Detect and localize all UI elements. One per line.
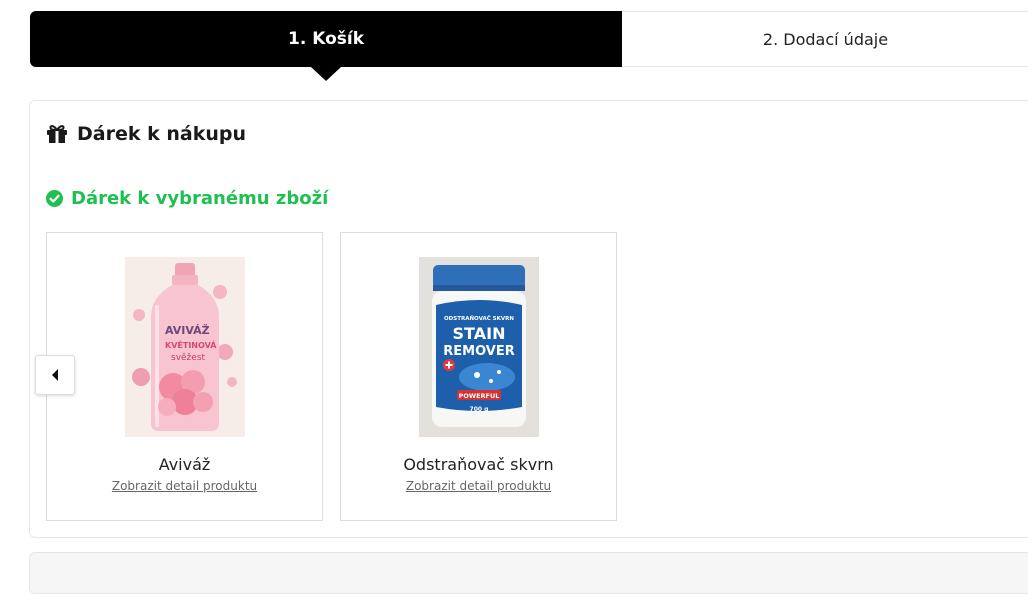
- product-name: Aviváž: [158, 455, 211, 474]
- product-image-fabric-softener[interactable]: AVIVÁŽ KVĚTINOVÁ svěžest: [125, 257, 245, 437]
- product-detail-link[interactable]: Zobrazit detail produktu: [47, 479, 322, 493]
- next-section-panel: [29, 552, 1028, 594]
- gift-panel-title: Dárek k nákupu: [77, 123, 246, 145]
- check-circle-icon: [46, 190, 63, 207]
- gift-icon: [47, 125, 67, 143]
- caret-left-icon: [52, 369, 58, 381]
- step-delivery-label: 2. Dodací údaje: [762, 29, 889, 49]
- product-detail-link[interactable]: Zobrazit detail produktu: [341, 479, 616, 493]
- label-avivaz: AVIVÁŽ: [165, 324, 210, 337]
- product-name: Odstraňovač skvrn: [403, 455, 554, 474]
- label-svezest: svěžest: [171, 353, 206, 363]
- step-cart[interactable]: 1. Košík: [30, 11, 622, 81]
- active-step-pointer: [311, 67, 341, 81]
- gift-product-card[interactable]: ODSTRAŇOVAČ SKVRN STAIN REMOVER POWERFUL…: [340, 232, 617, 521]
- gift-panel: Dárek k nákupu Dárek k vybranému zboží A…: [29, 100, 1028, 538]
- product-image-stain-remover[interactable]: ODSTRAŇOVAČ SKVRN STAIN REMOVER POWERFUL…: [419, 257, 539, 437]
- checkout-steps: 1. Košík 2. Dodací údaje: [30, 11, 1028, 81]
- label-weight: 700 g: [470, 406, 489, 413]
- gift-section-title: Dárek k vybranému zboží: [71, 188, 329, 209]
- label-kvetinova: KVĚTINOVÁ: [165, 339, 217, 350]
- label-stain: STAIN: [453, 324, 506, 343]
- gift-section-header: Dárek k vybranému zboží: [46, 188, 328, 209]
- step-delivery-details[interactable]: 2. Dodací údaje: [622, 11, 1028, 67]
- step-cart-label: 1. Košík: [287, 29, 364, 49]
- label-remover: REMOVER: [443, 344, 514, 359]
- gift-panel-header: Dárek k nákupu: [46, 123, 246, 145]
- gift-product-card[interactable]: AVIVÁŽ KVĚTINOVÁ svěžest Aviváž Zobrazit…: [46, 232, 323, 521]
- label-powerful: POWERFUL: [459, 392, 500, 400]
- label-band: ODSTRAŇOVAČ SKVRN: [444, 314, 514, 322]
- carousel-prev-button[interactable]: [35, 355, 75, 395]
